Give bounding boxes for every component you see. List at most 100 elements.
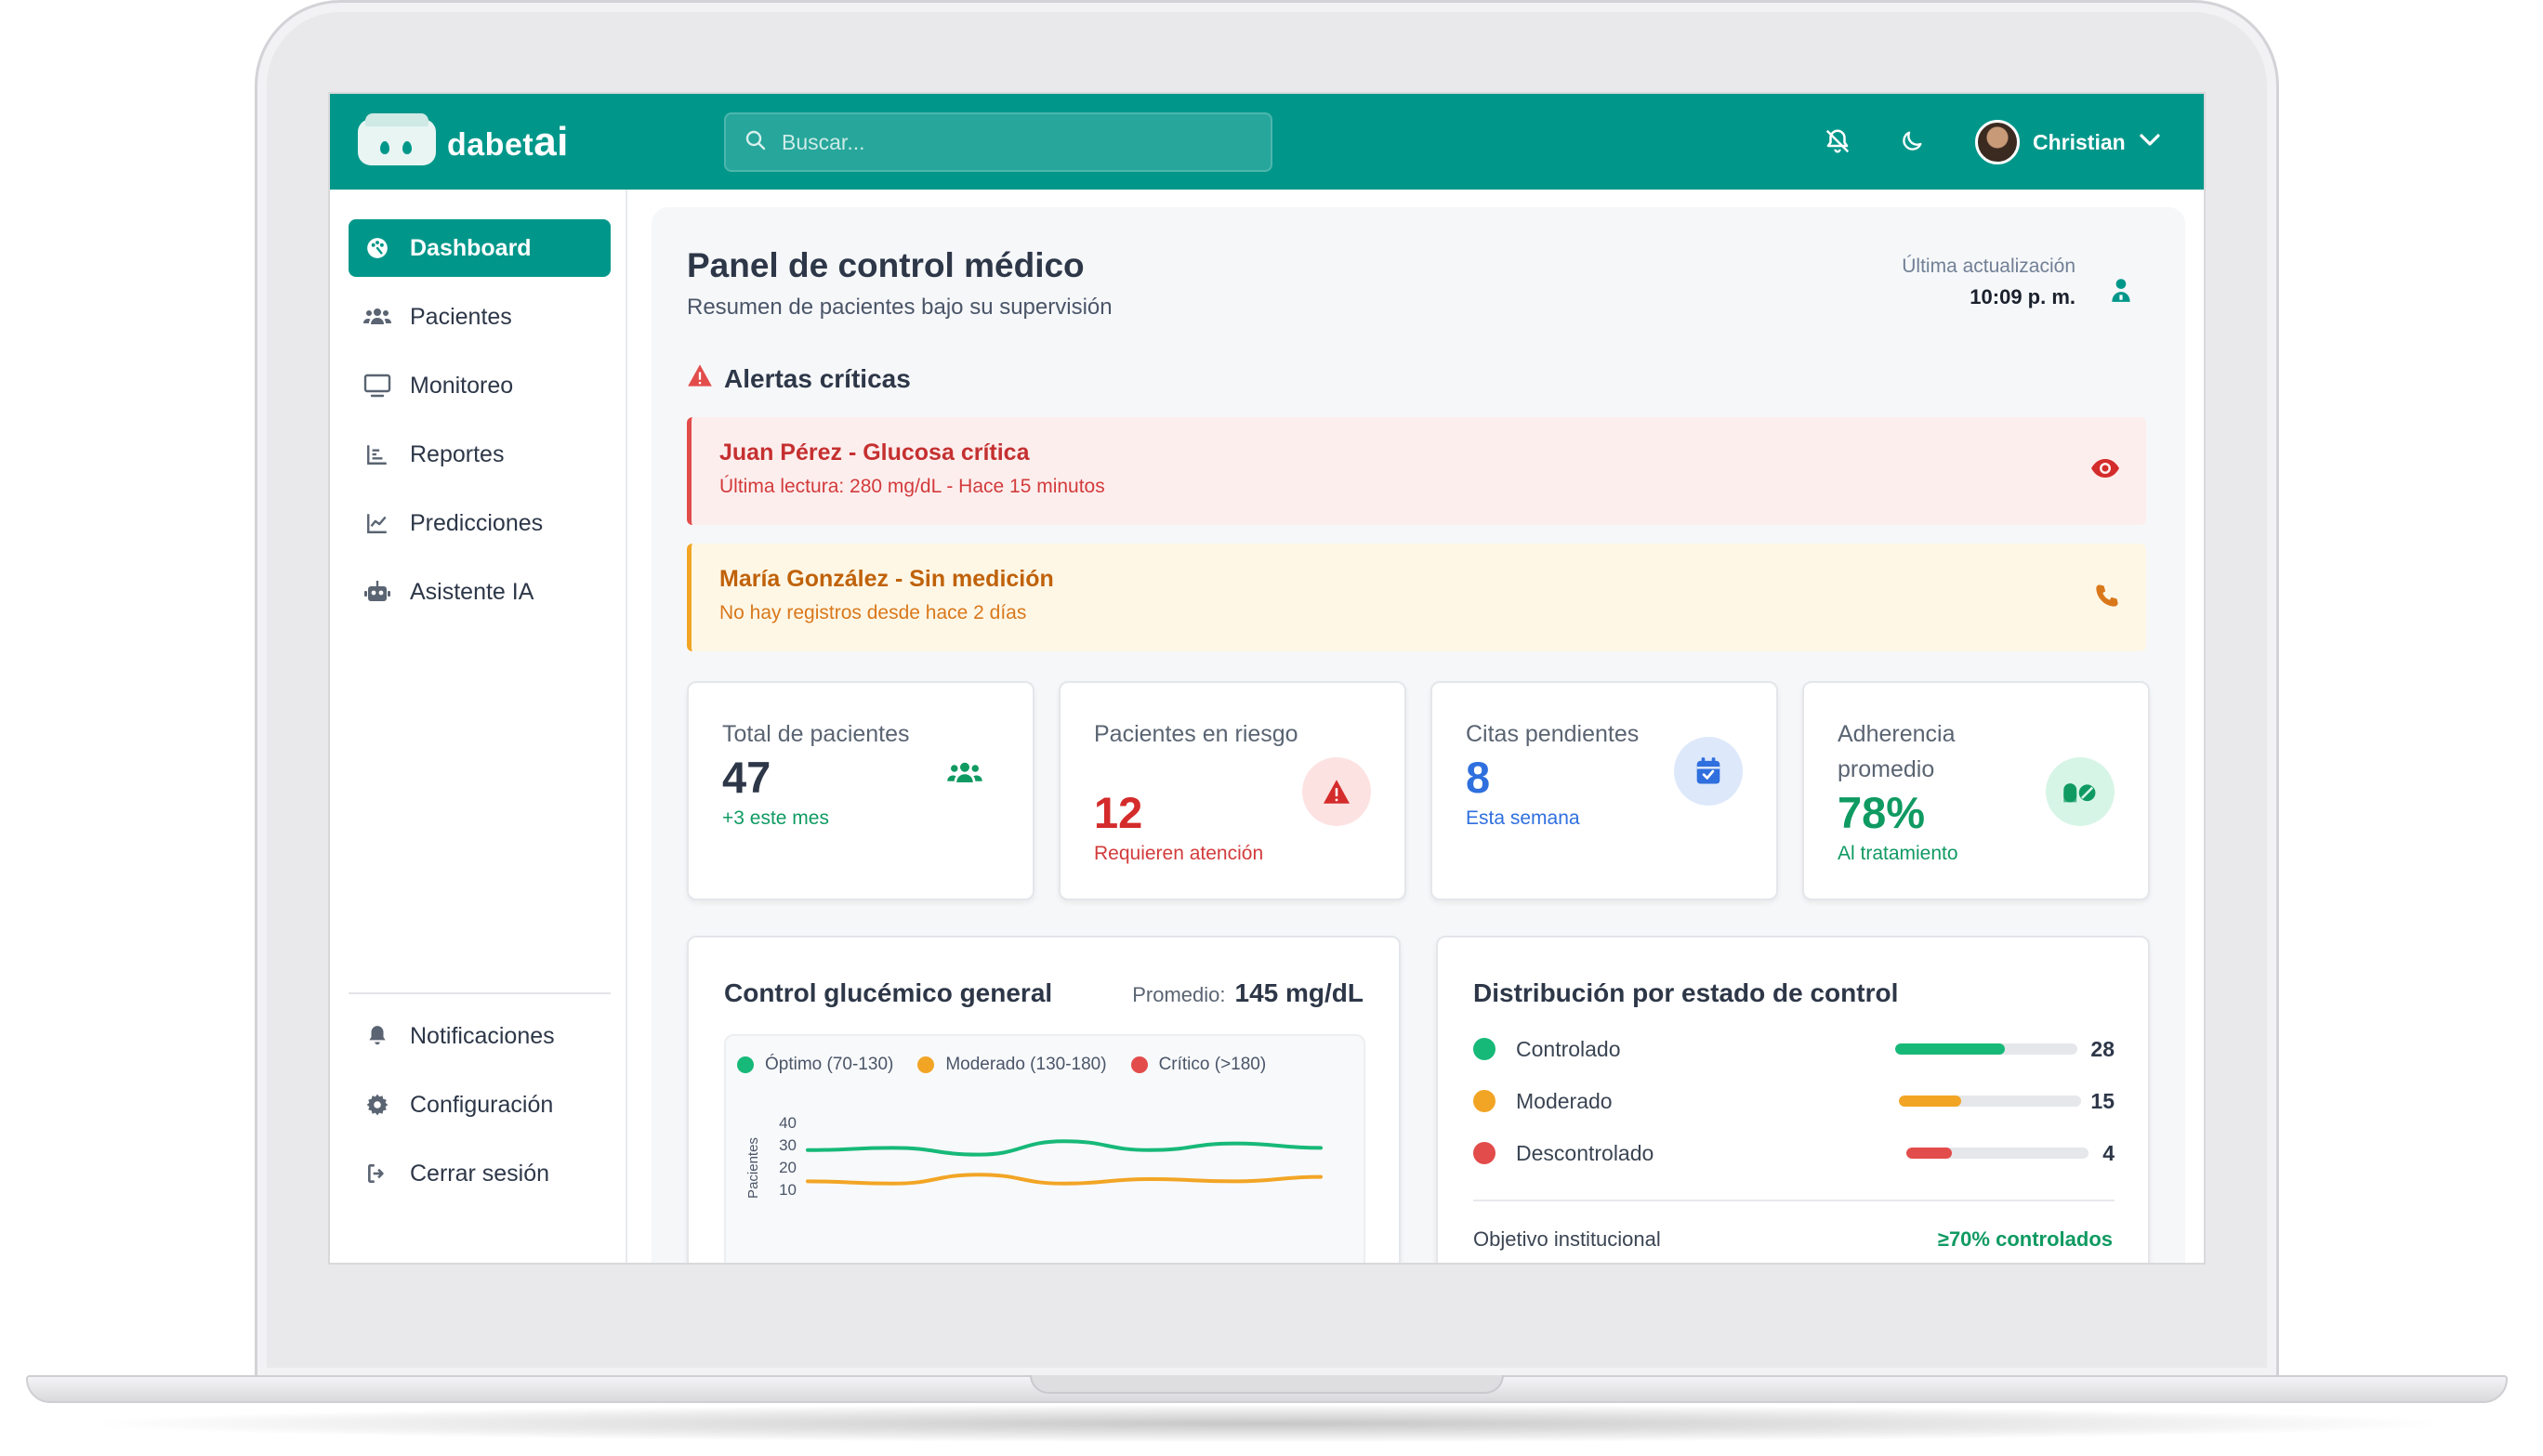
sidebar-item-dashboard[interactable]: Dashboard	[349, 219, 611, 277]
sidebar-item-label: Notificaciones	[410, 1022, 555, 1049]
sidebar-item-label: Dashboard	[410, 234, 532, 261]
last-update: Última actualización 10:09 p. m.	[1902, 256, 2075, 309]
users-icon	[362, 303, 393, 331]
gear-icon	[362, 1091, 393, 1119]
progress-fill	[1895, 1043, 2005, 1055]
average-label: Promedio:	[1132, 983, 1226, 1006]
distribution-row-moderate: Moderado 15	[1473, 1082, 2115, 1120]
line-chart-icon	[362, 509, 393, 537]
sidebar-item-label: Asistente IA	[410, 578, 534, 605]
chart-legend: Óptimo (70-130) Moderado (130-180) Críti…	[737, 1055, 1290, 1075]
distribution-count: 4	[2102, 1140, 2115, 1165]
stat-total-patients[interactable]: Total de pacientes 47 +3 este mes	[687, 681, 1034, 900]
pills-icon	[2046, 757, 2115, 826]
sidebar-item-label: Cerrar sesión	[410, 1160, 550, 1187]
logo-mark-icon	[358, 113, 436, 165]
sidebar-item-label: Configuración	[410, 1091, 554, 1118]
distribution-label: Controlado	[1516, 1036, 1621, 1061]
top-bar: dabetai Christian	[330, 94, 2204, 190]
stat-average-adherence[interactable]: Adherencia promedio 78% Al tratamiento	[1802, 681, 2150, 900]
user-name: Christian	[2033, 129, 2126, 154]
laptop-notch	[1030, 1375, 1504, 1394]
sidebar-item-pacientes[interactable]: Pacientes	[349, 288, 611, 346]
sidebar: Dashboard Pacientes Monitoreo Reportes P…	[330, 190, 627, 1263]
moon-icon[interactable]	[1895, 125, 1929, 158]
robot-icon	[362, 578, 393, 606]
sidebar-item-label: Predicciones	[410, 509, 544, 536]
distribution-count: 15	[2090, 1088, 2115, 1113]
page-title: Panel de control médico	[687, 246, 1085, 284]
stat-note: Esta semana	[1466, 807, 1580, 829]
y-tick-label: 20	[779, 1159, 797, 1176]
sidebar-item-asistente-ia[interactable]: Asistente IA	[349, 563, 611, 621]
main-content: Panel de control médico Resumen de pacie…	[652, 207, 2185, 1263]
y-axis-label: Pacientes	[745, 1137, 761, 1199]
legend-item[interactable]: Crítico (>180)	[1130, 1055, 1267, 1075]
user-menu[interactable]: Christian	[1975, 118, 2161, 166]
sidebar-item-cerrar-sesion[interactable]: Cerrar sesión	[349, 1145, 611, 1202]
monitor-icon	[362, 372, 393, 400]
stat-note: Requieren atención	[1094, 843, 1264, 864]
avatar	[1975, 120, 2020, 164]
distribution-count: 28	[2090, 1036, 2115, 1061]
search-input[interactable]	[782, 129, 1246, 155]
logout-icon	[362, 1160, 393, 1187]
search-icon	[744, 129, 767, 156]
glucose-control-card: Control glucémico general Promedio: 145 m…	[687, 936, 1401, 1263]
legend-label: Óptimo (70-130)	[765, 1055, 894, 1074]
distribution-row-uncontrolled: Descontrolado 4	[1473, 1135, 2115, 1172]
alerts-title: Alertas críticas	[724, 363, 911, 393]
stat-label: Citas pendientes	[1466, 721, 1640, 747]
target-value: ≥70% controlados	[1937, 1227, 2113, 1251]
sidebar-item-predicciones[interactable]: Predicciones	[349, 494, 611, 552]
target-label: Objetivo institucional	[1473, 1227, 1661, 1251]
average-readout: Promedio: 145 mg/dL	[1132, 978, 1364, 1008]
card-title: Distribución por estado de control	[1473, 978, 1899, 1007]
alert-title: Juan Pérez - Glucosa crítica	[719, 439, 1030, 466]
chart-plot: Pacientes 40 30 20 10	[745, 1114, 1323, 1199]
sidebar-item-notificaciones[interactable]: Notificaciones	[349, 1007, 611, 1065]
progress-fill	[1906, 1148, 1952, 1159]
users-icon	[930, 739, 999, 807]
sidebar-item-reportes[interactable]: Reportes	[349, 426, 611, 483]
doctor-icon	[2109, 276, 2133, 308]
app-screen: dabetai Christian Dashboard	[328, 92, 2206, 1265]
sidebar-item-configuracion[interactable]: Configuración	[349, 1076, 611, 1134]
y-tick-label: 10	[779, 1181, 797, 1199]
stat-note: Al tratamiento	[1838, 843, 1958, 864]
stat-value: 47	[722, 753, 771, 802]
y-tick-label: 30	[779, 1136, 797, 1154]
alert-no-measurement[interactable]: María González - Sin medición No hay reg…	[687, 544, 2146, 651]
palette-icon	[362, 234, 393, 262]
stat-value: 12	[1094, 788, 1143, 837]
y-tick-label: 40	[779, 1114, 797, 1132]
legend-item[interactable]: Moderado (130-180)	[917, 1055, 1107, 1075]
stat-value: 78%	[1838, 788, 1926, 837]
stat-label: Adherencia promedio	[1838, 721, 1956, 782]
phone-icon[interactable]	[2094, 583, 2120, 613]
stat-value: 8	[1466, 753, 1491, 802]
laptop-shadow	[102, 1405, 2435, 1442]
app-logo[interactable]: dabetai	[358, 113, 569, 166]
warning-icon	[687, 363, 724, 394]
distribution-label: Descontrolado	[1516, 1140, 1654, 1165]
legend-label: Crítico (>180)	[1158, 1055, 1267, 1074]
warning-icon	[1302, 757, 1371, 826]
legend-item[interactable]: Óptimo (70-130)	[737, 1055, 893, 1075]
alerts-heading: Alertas críticas	[687, 363, 911, 394]
legend-label: Moderado (130-180)	[945, 1055, 1107, 1074]
stat-pending-appointments[interactable]: Citas pendientes 8 Esta semana	[1430, 681, 1778, 900]
search-bar[interactable]	[724, 112, 1272, 172]
sidebar-item-monitoreo[interactable]: Monitoreo	[349, 357, 611, 414]
alert-critical-glucose[interactable]: Juan Pérez - Glucosa crítica Última lect…	[687, 417, 2146, 525]
series-line-0	[806, 1139, 1323, 1157]
bell-icon	[362, 1022, 393, 1050]
divider	[1473, 1200, 2115, 1201]
alert-title: María González - Sin medición	[719, 566, 1054, 592]
eye-icon[interactable]	[2090, 456, 2120, 485]
stat-patients-at-risk[interactable]: Pacientes en riesgo 12 Requieren atenció…	[1059, 681, 1406, 900]
status-dot	[1473, 1090, 1495, 1112]
distribution-row-controlled: Controlado 28	[1473, 1030, 2115, 1068]
bell-slash-icon[interactable]	[1821, 125, 1854, 158]
stat-label: Pacientes en riesgo	[1094, 721, 1298, 747]
